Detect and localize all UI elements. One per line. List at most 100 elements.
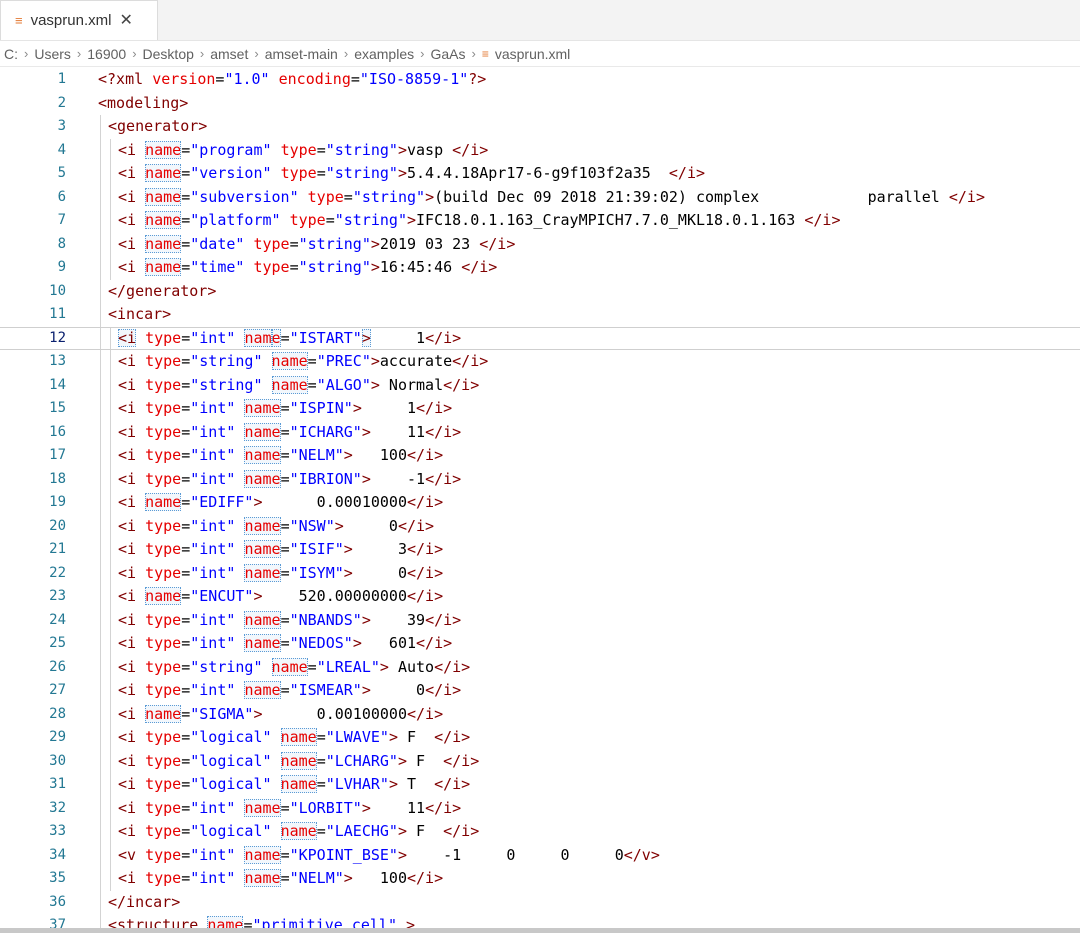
code-line[interactable]: 13 <i type="string" name="PREC">accurate<… xyxy=(0,350,1080,374)
code-line[interactable]: 36 </incar> xyxy=(0,890,1080,914)
breadcrumb-separator: › xyxy=(343,46,349,61)
code-line[interactable]: 10 </generator> xyxy=(0,279,1080,303)
rss-file-icon: ≡ xyxy=(15,13,23,28)
code-line[interactable]: 15 <i type="int" name="ISPIN"> 1</i> xyxy=(0,397,1080,421)
code-line[interactable]: 27 <i type="int" name="ISMEAR"> 0</i> xyxy=(0,679,1080,703)
code-token: > xyxy=(397,822,407,840)
code-line[interactable]: 8 <i name="date" type="string">2019 03 23… xyxy=(0,232,1080,256)
code-token: name xyxy=(244,634,281,652)
code-token: "string" xyxy=(334,211,407,229)
breadcrumb-item[interactable]: Desktop xyxy=(143,46,194,62)
code-line[interactable]: 32 <i type="int" name="LORBIT"> 11</i> xyxy=(0,796,1080,820)
indent-guide xyxy=(110,796,111,820)
close-icon[interactable]: ✕ xyxy=(119,12,132,29)
code-text: <incar> xyxy=(108,303,171,327)
code-token: name xyxy=(145,493,182,511)
breadcrumb-separator: › xyxy=(254,46,259,61)
code-line[interactable]: 7 <i name="platform" type="string">IFC18.… xyxy=(0,209,1080,233)
code-line[interactable]: 6 <i name="subversion" type="string">(bui… xyxy=(0,185,1080,210)
indent-guide xyxy=(100,350,101,374)
code-token: <i xyxy=(118,140,146,159)
code-token: (build Dec 09 2018 21:39:02) complex par… xyxy=(434,187,949,206)
code-token: </i> xyxy=(416,399,453,417)
code-line[interactable]: 34 <v type="int" name="KPOINT_BSE"> -1 0 … xyxy=(0,843,1080,867)
code-line[interactable]: 31 <i type="logical" name="LVHAR"> T </i> xyxy=(0,773,1080,797)
indent-guide xyxy=(100,726,101,750)
code-line[interactable]: 24 <i type="int" name="NBANDS"> 39</i> xyxy=(0,608,1080,633)
indent-guide xyxy=(100,115,101,139)
code-line[interactable]: 28 <i name="SIGMA"> 0.00100000</i> xyxy=(0,702,1080,726)
code-line[interactable]: 2 <modeling> xyxy=(0,92,1080,116)
breadcrumb-item[interactable]: examples xyxy=(354,46,414,62)
code-line[interactable]: 18 <i type="int" name="IBRION"> -1</i> xyxy=(0,467,1080,491)
breadcrumb-separator: › xyxy=(420,46,425,61)
code-token: </i> xyxy=(425,469,462,488)
code-line[interactable]: 17 <i type="int" name="NELM"> 100</i> xyxy=(0,444,1080,468)
code-token: Normal xyxy=(379,375,444,394)
line-number: 2 xyxy=(57,94,66,111)
code-editor[interactable]: 1 <?xml version="1.0" encoding="ISO-8859-… xyxy=(0,68,1080,933)
code-line[interactable]: 22 <i type="int" name="ISYM"> 0</i> xyxy=(0,561,1080,585)
breadcrumb-item[interactable]: amset xyxy=(210,46,248,62)
line-number: 13 xyxy=(49,353,66,369)
code-token: "ISMEAR" xyxy=(289,681,362,699)
tab-vasprun-xml[interactable]: ≡ vasprun.xml ✕ xyxy=(0,0,158,40)
code-line[interactable]: 19 <i name="EDIFF"> 0.00010000</i> xyxy=(0,491,1080,515)
code-text: <i type="int" name="NBANDS"> 39</i> xyxy=(118,609,461,633)
breadcrumb-item[interactable]: C: xyxy=(4,46,18,62)
code-line[interactable]: 25 <i type="int" name="NEDOS"> 601</i> xyxy=(0,632,1080,656)
code-token: 0 xyxy=(370,681,426,699)
code-token: <i xyxy=(118,869,146,887)
code-line[interactable]: 5 <i name="version" type="string">5.4.4.1… xyxy=(0,162,1080,186)
code-text: <i type="int" name="NEDOS"> 601</i> xyxy=(118,632,452,656)
code-token: encoding xyxy=(278,70,351,88)
indent-guide xyxy=(110,232,111,256)
code-line[interactable]: 1 <?xml version="1.0" encoding="ISO-8859-… xyxy=(0,68,1080,92)
code-line[interactable]: 23 <i name="ENCUT"> 520.00000000</i> xyxy=(0,585,1080,609)
code-line[interactable]: 9 <i name="time" type="string">16:45:46 <… xyxy=(0,256,1080,280)
code-token: <?xml xyxy=(98,70,153,88)
code-line[interactable]: 16 <i type="int" name="ICHARG"> 11</i> xyxy=(0,420,1080,444)
code-line[interactable]: 3 <generator> xyxy=(0,115,1080,139)
horizontal-scrollbar[interactable] xyxy=(0,928,1080,933)
code-token: = xyxy=(280,446,290,464)
breadcrumb-item[interactable]: vasprun.xml xyxy=(495,46,570,62)
code-line[interactable]: 11 <incar> xyxy=(0,303,1080,327)
code-line[interactable]: 30 <i type="logical" name="LCHARG"> F </i… xyxy=(0,749,1080,773)
code-token: "platform" xyxy=(190,211,281,229)
code-token: > xyxy=(361,469,371,488)
code-token: > xyxy=(425,187,435,206)
code-line[interactable]: 14 <i type="string" name="ALGO"> Normal</… xyxy=(0,373,1080,397)
breadcrumb-item[interactable]: amset-main xyxy=(265,46,338,62)
breadcrumb-item[interactable]: 16900 xyxy=(87,46,126,62)
code-line[interactable]: 29 <i type="logical" name="LWAVE"> F </i> xyxy=(0,726,1080,750)
code-text: <i name="program" type="string">vasp </i… xyxy=(118,139,488,163)
code-token: "NBANDS" xyxy=(289,610,362,629)
line-number: 34 xyxy=(49,846,66,863)
line-number: 32 xyxy=(49,799,66,816)
line-number: 11 xyxy=(49,306,66,322)
code-line[interactable]: 33 <i type="logical" name="LAECHG"> F </i… xyxy=(0,820,1080,844)
code-line[interactable]: 26 <i type="string" name="LREAL"> Auto</i… xyxy=(0,655,1080,679)
code-token: = xyxy=(181,728,191,746)
code-line[interactable]: 12 <i type="int" name="ISTART"> 1</i> xyxy=(0,326,1080,350)
code-token: > xyxy=(361,681,371,699)
indent-guide xyxy=(100,138,101,162)
code-token: = xyxy=(181,328,191,347)
code-line[interactable]: 20 <i type="int" name="NSW"> 0</i> xyxy=(0,514,1080,538)
breadcrumb-item[interactable]: Users xyxy=(34,46,71,62)
code-token: > xyxy=(343,446,353,464)
code-token: "logical" xyxy=(190,775,272,793)
code-line[interactable]: 4 <i name="program" type="string">vasp </… xyxy=(0,138,1080,163)
code-token: <i xyxy=(118,540,146,558)
code-token: name xyxy=(244,869,281,887)
breadcrumb-item[interactable]: GaAs xyxy=(430,46,465,62)
code-line[interactable]: 21 <i type="int" name="ISIF"> 3</i> xyxy=(0,538,1080,562)
code-text: <i name="subversion" type="string">(buil… xyxy=(118,186,985,210)
indent-guide xyxy=(100,256,101,280)
code-token: 5.4.4.18Apr17-6-g9f103f2a35 xyxy=(407,164,669,182)
code-token: name xyxy=(145,187,182,206)
code-line[interactable]: 35 <i type="int" name="NELM"> 100</i> xyxy=(0,867,1080,891)
code-token: > xyxy=(370,234,380,253)
